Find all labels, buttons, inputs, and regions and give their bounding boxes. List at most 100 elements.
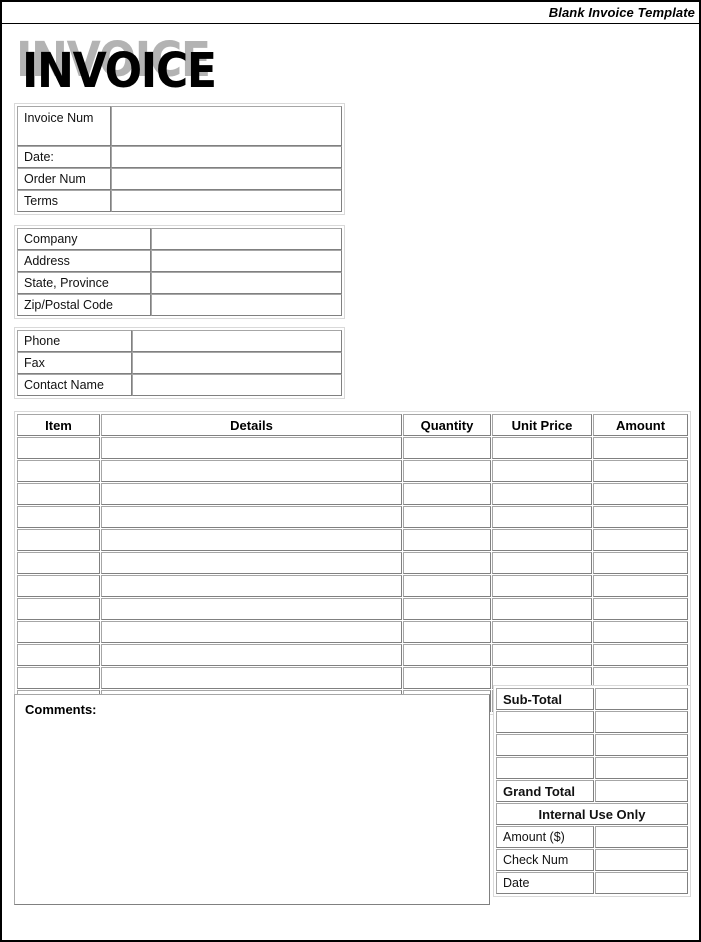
totals-label[interactable] [496,711,594,733]
line-item-cell-details[interactable] [101,598,402,620]
line-item-cell-unit-price[interactable] [492,529,592,551]
line-item-cell-details[interactable] [101,667,402,689]
line-item-cell-amount[interactable] [593,460,688,482]
column-header-details: Details [101,414,402,436]
line-item-cell-details[interactable] [101,460,402,482]
line-item-cell-amount[interactable] [593,644,688,666]
field-input-contact-name[interactable] [132,374,342,396]
line-item-cell-quantity[interactable] [403,437,491,459]
invoice-meta-block: Invoice Num Date: Order Num Terms [14,103,345,215]
line-item-cell-quantity[interactable] [403,483,491,505]
line-item-cell-quantity[interactable] [403,644,491,666]
line-item-cell-details[interactable] [101,506,402,528]
line-item-cell-details[interactable] [101,552,402,574]
line-item-cell-unit-price[interactable] [492,483,592,505]
field-label-phone: Phone [17,330,132,352]
totals-value[interactable] [595,734,688,756]
line-item-cell-quantity[interactable] [403,506,491,528]
internal-use-row: Date [496,872,688,894]
field-input-fax[interactable] [132,352,342,374]
table-row [17,483,688,505]
totals-value[interactable] [595,757,688,779]
field-label-terms: Terms [17,190,111,212]
line-item-cell-quantity[interactable] [403,552,491,574]
line-item-cell-item[interactable] [17,598,100,620]
comments-box[interactable]: Comments: [14,694,490,905]
line-item-cell-item[interactable] [17,529,100,551]
line-item-cell-item[interactable] [17,552,100,574]
line-item-cell-amount[interactable] [593,598,688,620]
internal-use-label: Date [496,872,594,894]
internal-use-value[interactable] [595,826,688,848]
table-row [17,575,688,597]
line-item-cell-amount[interactable] [593,506,688,528]
field-input-order-num[interactable] [111,168,342,190]
line-item-cell-details[interactable] [101,621,402,643]
line-item-cell-details[interactable] [101,575,402,597]
line-item-cell-quantity[interactable] [403,598,491,620]
totals-label[interactable] [496,757,594,779]
totals-value[interactable] [595,780,688,802]
field-row-terms: Terms [17,190,342,212]
line-item-cell-quantity[interactable] [403,529,491,551]
comments-label: Comments: [25,702,97,717]
totals-label[interactable] [496,734,594,756]
totals-row [496,734,688,756]
table-row [17,644,688,666]
line-item-cell-item[interactable] [17,621,100,643]
line-item-cell-unit-price[interactable] [492,575,592,597]
line-item-cell-amount[interactable] [593,483,688,505]
line-item-cell-item[interactable] [17,460,100,482]
line-item-cell-unit-price[interactable] [492,621,592,643]
line-item-cell-item[interactable] [17,437,100,459]
line-item-cell-quantity[interactable] [403,460,491,482]
field-input-terms[interactable] [111,190,342,212]
totals-value[interactable] [595,711,688,733]
totals-value[interactable] [595,688,688,710]
line-item-cell-unit-price[interactable] [492,644,592,666]
table-row [17,552,688,574]
line-item-cell-amount[interactable] [593,621,688,643]
internal-use-value[interactable] [595,872,688,894]
document-header: Blank Invoice Template [2,4,699,24]
line-item-cell-details[interactable] [101,529,402,551]
line-item-cell-amount[interactable] [593,575,688,597]
line-item-cell-item[interactable] [17,483,100,505]
line-item-cell-amount[interactable] [593,437,688,459]
line-item-cell-details[interactable] [101,644,402,666]
field-input-date[interactable] [111,146,342,168]
line-item-cell-unit-price[interactable] [492,552,592,574]
field-input-phone[interactable] [132,330,342,352]
field-input-state-province[interactable] [151,272,342,294]
line-item-cell-quantity[interactable] [403,667,491,689]
line-item-cell-unit-price[interactable] [492,506,592,528]
field-input-company[interactable] [151,228,342,250]
field-label-zip-postal-code: Zip/Postal Code [17,294,151,316]
table-row [17,621,688,643]
line-item-cell-item[interactable] [17,667,100,689]
line-item-cell-unit-price[interactable] [492,460,592,482]
internal-use-value[interactable] [595,849,688,871]
line-item-cell-unit-price[interactable] [492,598,592,620]
line-item-cell-item[interactable] [17,575,100,597]
invoice-wordmark: INVOICE INVOICE [14,36,314,96]
line-item-cell-amount[interactable] [593,552,688,574]
field-input-invoice-num[interactable] [111,106,342,146]
line-item-cell-quantity[interactable] [403,575,491,597]
line-items-header-row: Item Details Quantity Unit Price Amount [17,414,688,436]
field-input-zip-postal-code[interactable] [151,294,342,316]
line-item-cell-unit-price[interactable] [492,437,592,459]
internal-use-row: Amount ($) [496,826,688,848]
line-item-cell-item[interactable] [17,506,100,528]
table-row [17,529,688,551]
line-item-cell-amount[interactable] [593,529,688,551]
column-header-amount: Amount [593,414,688,436]
internal-use-row: Check Num [496,849,688,871]
line-item-cell-item[interactable] [17,644,100,666]
field-label-company: Company [17,228,151,250]
line-item-cell-details[interactable] [101,483,402,505]
line-item-cell-quantity[interactable] [403,621,491,643]
field-input-address[interactable] [151,250,342,272]
table-row [17,437,688,459]
line-item-cell-details[interactable] [101,437,402,459]
